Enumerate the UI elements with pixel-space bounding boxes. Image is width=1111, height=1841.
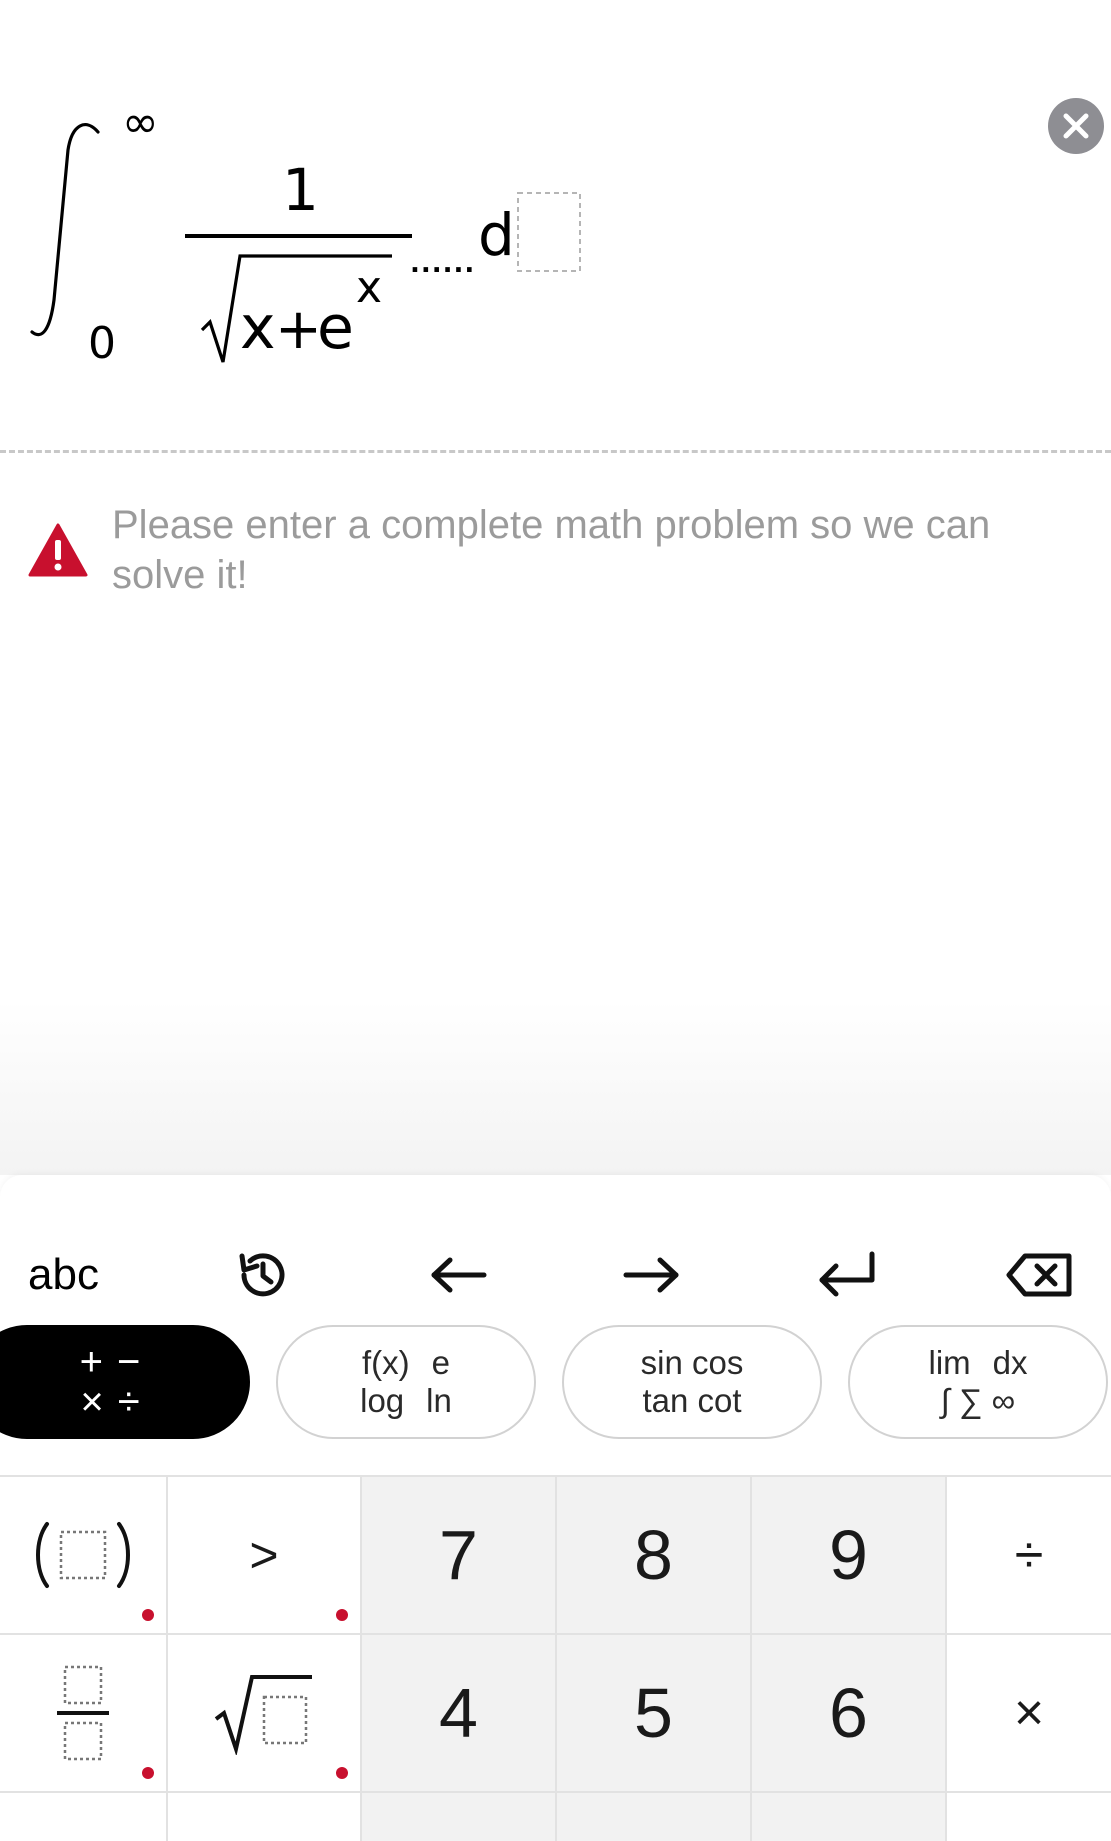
keypad: > 7 8 9 ÷ 4 5 6 × (0, 1475, 1111, 1841)
fraction-numerator: 1 (282, 156, 319, 224)
keyboard-categories: + − × ÷ f(x) e log ln sin cos tan cot li… (0, 1325, 1111, 1445)
ln-label: ln (426, 1382, 452, 1419)
keyboard-toolbar: abc (0, 1175, 1111, 1325)
history-icon (239, 1253, 285, 1297)
category-calculus[interactable]: lim dx ∫ ∑ ∞ (848, 1325, 1108, 1439)
placeholder-dots: ...... (410, 249, 475, 279)
digit-5-key[interactable]: 5 (557, 1635, 752, 1793)
multiply-key[interactable]: × (947, 1635, 1111, 1793)
more-options-dot (142, 1767, 154, 1779)
math-expression[interactable]: ∞ 0 1 x + e x ...... d (0, 0, 1111, 440)
exponent-x: x (356, 262, 382, 313)
divide-key[interactable]: ÷ (947, 1477, 1111, 1635)
differential-variable-placeholder[interactable] (517, 192, 581, 272)
math-keyboard: abc + − × ÷ f(x) e log ln sin cos tan co… (0, 1175, 1111, 1841)
radicand-e: e (317, 293, 354, 363)
keypad-row3-key-2[interactable] (168, 1793, 362, 1841)
input-divider (0, 450, 1111, 453)
parentheses-template-icon (36, 1522, 130, 1588)
fraction-key[interactable] (0, 1635, 168, 1793)
enter-button[interactable] (796, 1225, 896, 1325)
keypad-row3-key-3[interactable] (362, 1793, 557, 1841)
times-symbol: × (80, 1380, 104, 1424)
backspace-button[interactable] (990, 1225, 1090, 1325)
digit-4-key[interactable]: 4 (362, 1635, 557, 1793)
incomplete-problem-warning: Please enter a complete math problem so … (28, 500, 1098, 600)
more-options-dot (142, 1609, 154, 1621)
arrow-right-icon (623, 1257, 679, 1293)
e-label: e (431, 1344, 450, 1381)
math-input-area[interactable]: ∞ 0 1 x + e x ...... d (0, 0, 1111, 455)
square-root-key[interactable] (168, 1635, 362, 1793)
digit-4-label: 4 (439, 1674, 478, 1752)
divide-label: ÷ (1014, 1526, 1044, 1584)
digit-9-label: 9 (829, 1516, 868, 1594)
more-options-dot (336, 1609, 348, 1621)
fraction-template-icon (57, 1665, 109, 1761)
trig-line-1: sin cos (640, 1344, 744, 1381)
digit-6-label: 6 (829, 1674, 868, 1752)
category-trigonometry[interactable]: sin cos tan cot (562, 1325, 822, 1439)
close-icon (1063, 113, 1089, 139)
lim-label: lim (928, 1344, 971, 1381)
backspace-icon (1006, 1253, 1072, 1297)
digit-5-label: 5 (634, 1674, 673, 1752)
plus-symbol: + (79, 1340, 103, 1384)
warning-line-2: solve it! (112, 553, 248, 597)
keypad-row3-key-5[interactable] (752, 1793, 947, 1841)
minus-symbol: − (117, 1340, 141, 1384)
calculus-symbols: ∫ ∑ ∞ (940, 1382, 1016, 1419)
trig-line-2: tan cot (642, 1382, 742, 1419)
radicand-x: x (240, 293, 276, 363)
history-button[interactable] (213, 1225, 313, 1325)
radicand-plus: + (275, 297, 322, 362)
return-icon (819, 1251, 875, 1297)
parentheses-key[interactable] (0, 1477, 168, 1635)
integral-sign (30, 123, 100, 337)
clear-input-button[interactable] (1048, 98, 1104, 154)
keyboard-fade (0, 1000, 1111, 1175)
warning-line-1: Please enter a complete math problem so … (112, 503, 991, 547)
square-root-template-icon (214, 1675, 312, 1755)
category-functions[interactable]: f(x) e log ln (276, 1325, 536, 1439)
multiply-label: × (1013, 1684, 1045, 1742)
digit-8-label: 8 (634, 1516, 673, 1594)
dx-label: dx (992, 1344, 1028, 1381)
integral-lower-limit: 0 (88, 318, 116, 369)
warning-icon (28, 523, 88, 577)
arrow-left-icon (431, 1257, 487, 1293)
digit-7-key[interactable]: 7 (362, 1477, 557, 1635)
more-options-dot (336, 1767, 348, 1779)
keypad-row3-key-4[interactable] (557, 1793, 752, 1841)
integral-upper-limit: ∞ (122, 97, 159, 148)
log-label: log (360, 1382, 405, 1419)
greater-than-label: > (249, 1527, 279, 1583)
cursor-left-button[interactable] (408, 1225, 508, 1325)
greater-than-key[interactable]: > (168, 1477, 362, 1635)
digit-9-key[interactable]: 9 (752, 1477, 947, 1635)
category-basic-operations[interactable]: + − × ÷ (0, 1325, 250, 1439)
fx-label: f(x) (361, 1344, 410, 1381)
divide-symbol: ÷ (117, 1380, 140, 1424)
differential-d: d (478, 201, 515, 269)
keypad-row3-key-1[interactable] (0, 1793, 168, 1841)
digit-7-label: 7 (439, 1516, 478, 1594)
keypad-row3-key-6[interactable] (947, 1793, 1111, 1841)
digit-8-key[interactable]: 8 (557, 1477, 752, 1635)
digit-6-key[interactable]: 6 (752, 1635, 947, 1793)
warning-message: Please enter a complete math problem so … (112, 500, 990, 600)
cursor-right-button[interactable] (602, 1225, 702, 1325)
abc-keyboard-button[interactable]: abc (28, 1225, 138, 1325)
